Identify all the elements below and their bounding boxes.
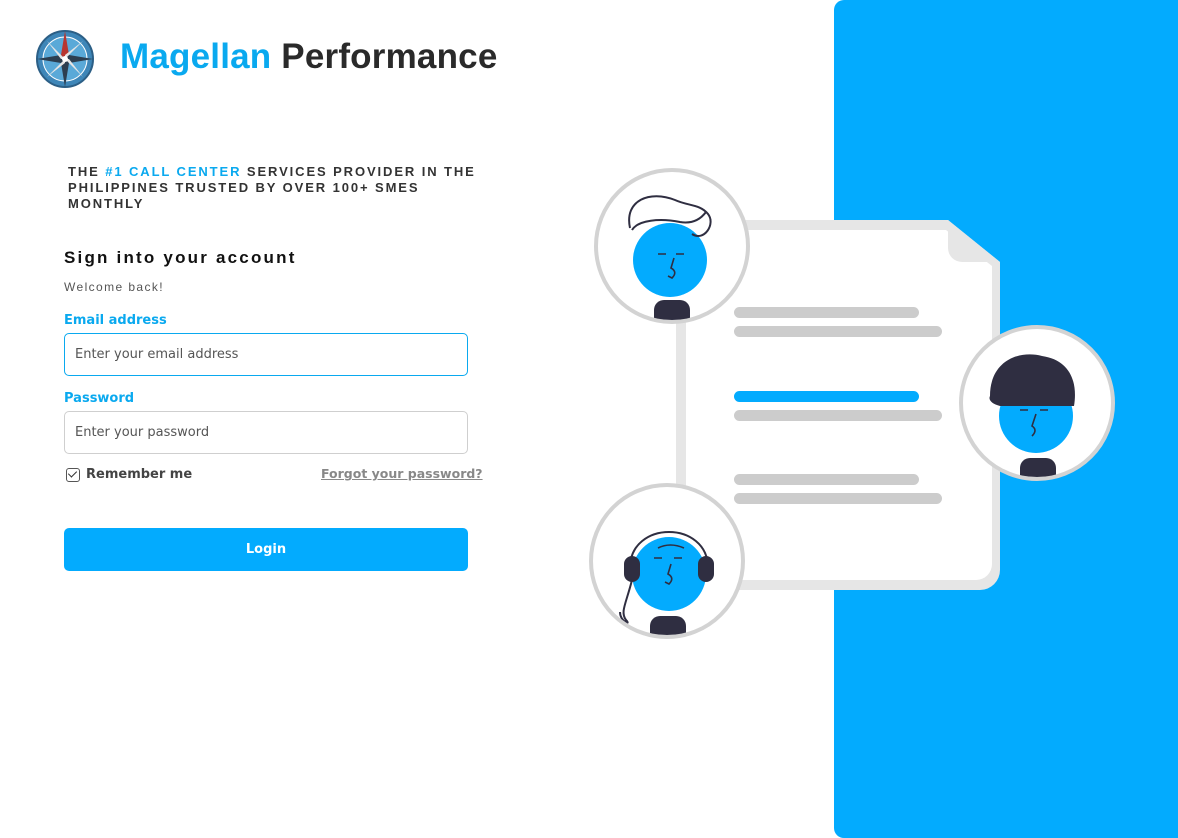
compass-icon [36, 30, 94, 88]
login-button[interactable]: Login [64, 528, 468, 571]
password-label: Password [64, 391, 135, 406]
email-label: Email address [64, 313, 167, 328]
forgot-password-link[interactable]: Forgot your password? [321, 466, 483, 481]
remember-me-label: Remember me [86, 467, 193, 482]
signin-title: Sign into your account [64, 248, 297, 267]
brand-name-secondary: Performance [281, 37, 498, 76]
welcome-subtitle: Welcome back! [64, 280, 165, 294]
tagline: THE #1 CALL CENTER SERVICES PROVIDER IN … [68, 164, 498, 212]
agents-document-illustration [589, 168, 1115, 639]
password-field[interactable] [64, 411, 468, 454]
brand-title: Magellan Performance [120, 37, 497, 77]
brand-name-primary: Magellan [120, 37, 272, 76]
remember-me-checkbox[interactable]: Remember me [66, 467, 192, 482]
tagline-prefix: THE [68, 164, 106, 179]
email-field[interactable] [64, 333, 468, 376]
agent-avatar-headset [589, 483, 745, 639]
checkbox-checked-icon[interactable] [66, 467, 80, 482]
tagline-highlight: #1 CALL CENTER [105, 164, 242, 179]
